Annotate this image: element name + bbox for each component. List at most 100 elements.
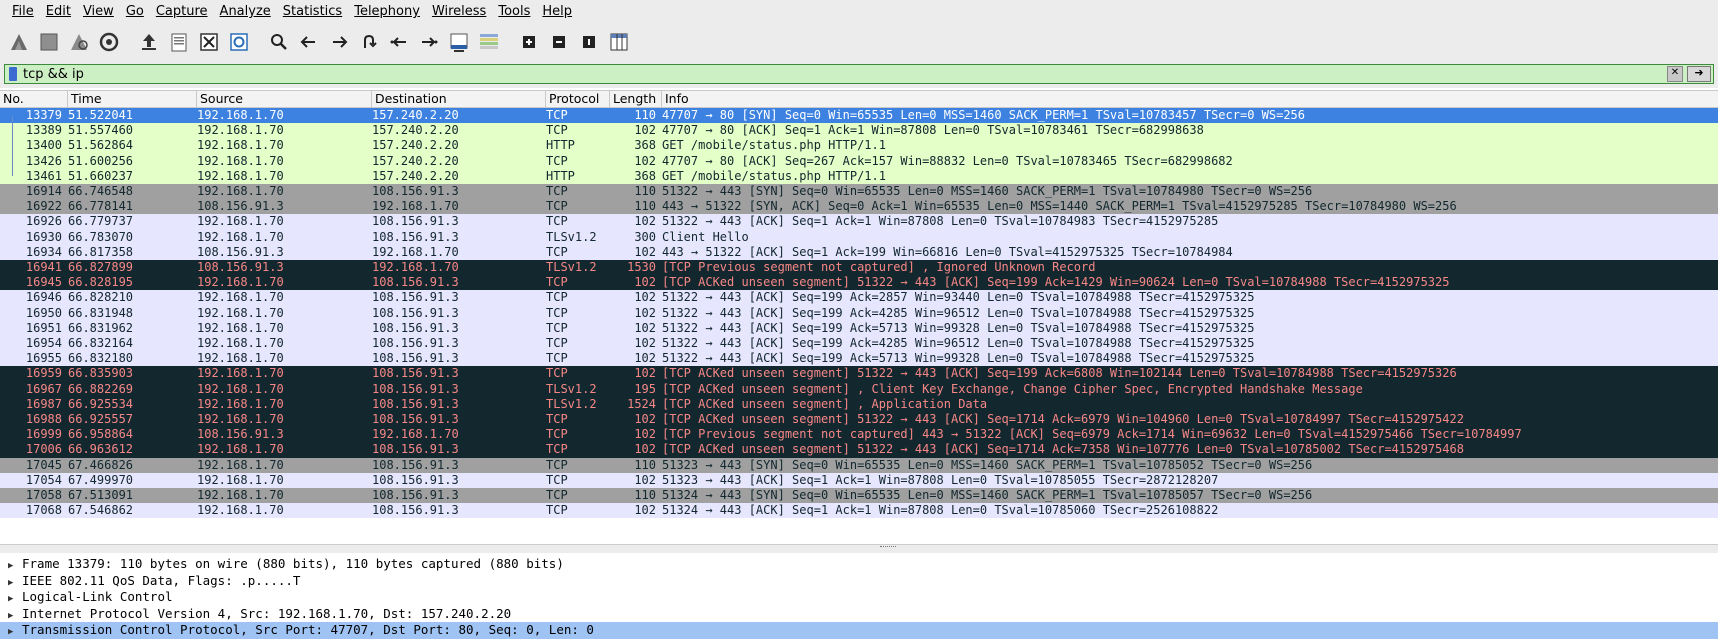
- colorize-button[interactable]: [478, 31, 500, 53]
- packet-row[interactable]: 16914 66.746548 192.168.1.70 108.156.91.3 TC…: [0, 184, 1718, 200]
- menu-wireless[interactable]: Wireless: [426, 0, 492, 24]
- detail-tree-item[interactable]: ▶ Logical-Link Control: [0, 589, 1718, 606]
- packet-cell-time: 67.499970: [68, 472, 134, 487]
- display-filter-text[interactable]: tcp && ip: [23, 67, 1667, 82]
- menu-statistics[interactable]: Statistics: [277, 0, 348, 24]
- packet-row[interactable]: 16922 66.778141 108.156.91.3 192.168.1.70 TC…: [0, 199, 1718, 215]
- find-packet-button[interactable]: [268, 31, 290, 53]
- apply-filter-icon[interactable]: ➜: [1687, 66, 1711, 82]
- detail-tree-item[interactable]: ▶ Frame 13379: 110 bytes on wire (880 bit…: [0, 556, 1718, 573]
- capture-options-button[interactable]: [98, 31, 120, 53]
- packet-row[interactable]: 16967 66.882269 192.168.1.70 108.156.91.3 TL…: [0, 381, 1718, 397]
- packet-details-pane[interactable]: ▶ Frame 13379: 110 bytes on wire (880 bit…: [0, 556, 1718, 641]
- detail-tree-item[interactable]: ▶ IEEE 802.11 QoS Data, Flags: .p.....T: [0, 573, 1718, 590]
- detail-tree-item[interactable]: ▶ Internet Protocol Version 4, Src: 192.1…: [0, 606, 1718, 623]
- autoscroll-button[interactable]: [448, 31, 470, 53]
- packet-cell-dst: 108.156.91.3: [372, 381, 459, 396]
- packet-row[interactable]: 17058 67.513091 192.168.1.70 108.156.91.3 TC…: [0, 488, 1718, 504]
- packet-row[interactable]: 17045 67.466826 192.168.1.70 108.156.91.3 TC…: [0, 457, 1718, 473]
- packet-cell-time: 66.817358: [68, 244, 134, 259]
- packet-cell-no: 13389: [25, 123, 62, 138]
- column-header-destination[interactable]: Destination: [372, 91, 546, 107]
- start-capture-button[interactable]: [8, 31, 30, 53]
- save-file-button[interactable]: [168, 31, 190, 53]
- go-back-button[interactable]: [298, 31, 320, 53]
- column-header-info[interactable]: Info: [662, 91, 1718, 107]
- packet-cell-src: 192.168.1.70: [197, 168, 284, 183]
- last-packet-button[interactable]: [418, 31, 440, 53]
- go-forward-button[interactable]: [328, 31, 350, 53]
- packet-row[interactable]: 13426 51.600256 192.168.1.70 157.240.2.20 TC…: [0, 153, 1718, 169]
- packet-cell-info: 51322 → 443 [ACK] Seq=199 Ack=5713 Win=9…: [662, 351, 1255, 366]
- display-filter-input[interactable]: tcp && ip ✕ ➜: [4, 64, 1714, 84]
- reload-file-button[interactable]: [228, 31, 250, 53]
- packet-row[interactable]: 16945 66.828195 192.168.1.70 108.156.91.3 TC…: [0, 275, 1718, 291]
- packet-cell-time: 66.831948: [68, 305, 134, 320]
- menu-edit[interactable]: Edit: [40, 0, 77, 24]
- column-header-length[interactable]: Length: [610, 91, 662, 107]
- column-header-source[interactable]: Source: [197, 91, 372, 107]
- menu-go[interactable]: Go: [120, 0, 150, 24]
- packet-row[interactable]: 16987 66.925534 192.168.1.70 108.156.91.3 TL…: [0, 396, 1718, 412]
- expand-arrow-icon[interactable]: ▶: [8, 624, 22, 641]
- close-file-button[interactable]: [198, 31, 220, 53]
- packet-cell-dst: 108.156.91.3: [372, 396, 459, 411]
- packet-row[interactable]: 17006 66.963612 192.168.1.70 108.156.91.3 TC…: [0, 442, 1718, 458]
- packet-cell-proto: TCP: [546, 472, 568, 487]
- packet-row[interactable]: 16955 66.832180 192.168.1.70 108.156.91.3 TC…: [0, 351, 1718, 367]
- arrow-right-icon: [333, 36, 348, 48]
- pane-splitter[interactable]: [0, 544, 1718, 553]
- packet-row[interactable]: 16950 66.831948 192.168.1.70 108.156.91.3 TC…: [0, 305, 1718, 321]
- packet-row[interactable]: 16946 66.828210 192.168.1.70 108.156.91.3 TC…: [0, 290, 1718, 306]
- column-header-time[interactable]: Time: [68, 91, 197, 107]
- packet-cell-proto: HTTP: [546, 138, 575, 153]
- packet-cell-info: [TCP ACKed unseen segment] 51322 → 443 […: [662, 412, 1464, 426]
- packet-row[interactable]: 13461 51.660237 192.168.1.70 157.240.2.20 HT…: [0, 168, 1718, 184]
- packet-cell-no: 13400: [25, 138, 62, 153]
- packet-row[interactable]: 16930 66.783070 192.168.1.70 108.156.91.3 TL…: [0, 229, 1718, 245]
- packet-row[interactable]: 16954 66.832164 192.168.1.70 108.156.91.3 TC…: [0, 336, 1718, 352]
- open-file-button[interactable]: [138, 31, 160, 53]
- packet-cell-no: 16934: [25, 244, 62, 259]
- go-to-packet-button[interactable]: [358, 31, 380, 53]
- packet-row[interactable]: 13379 51.522041 192.168.1.70 157.240.2.20 TC…: [0, 108, 1718, 124]
- packet-row[interactable]: 13389 51.557460 192.168.1.70 157.240.2.20 TC…: [0, 123, 1718, 139]
- packet-row[interactable]: 16941 66.827899 108.156.91.3 192.168.1.70 TL…: [0, 260, 1718, 276]
- packet-cell-dst: 108.156.91.3: [372, 472, 459, 487]
- bookmark-icon[interactable]: [9, 67, 17, 81]
- packet-row[interactable]: 16926 66.779737 192.168.1.70 108.156.91.3 TC…: [0, 214, 1718, 230]
- packet-row[interactable]: 16959 66.835903 192.168.1.70 108.156.91.3 TC…: [0, 366, 1718, 382]
- resize-columns-button[interactable]: [608, 31, 630, 53]
- stop-capture-button[interactable]: [38, 31, 60, 53]
- splitter-handle[interactable]: [880, 546, 896, 549]
- packet-cell-no: 13379: [25, 108, 62, 122]
- clear-filter-icon[interactable]: ✕: [1667, 66, 1683, 82]
- menu-telephony[interactable]: Telephony: [348, 0, 426, 24]
- packet-cell-proto: TCP: [546, 153, 568, 168]
- first-packet-button[interactable]: [388, 31, 410, 53]
- menu-help[interactable]: Help: [536, 0, 578, 24]
- packet-row[interactable]: 13400 51.562864 192.168.1.70 157.240.2.20 HT…: [0, 138, 1718, 154]
- zoom-out-button[interactable]: [548, 31, 570, 53]
- menu-tools[interactable]: Tools: [492, 0, 536, 24]
- packet-row[interactable]: 17068 67.546862 192.168.1.70 108.156.91.3 TC…: [0, 503, 1718, 519]
- column-header-protocol[interactable]: Protocol: [546, 91, 610, 107]
- menu-capture[interactable]: Capture: [150, 0, 214, 24]
- menu-file[interactable]: File: [6, 0, 40, 24]
- zoom-in-button[interactable]: [518, 31, 540, 53]
- packet-row[interactable]: 16934 66.817358 108.156.91.3 192.168.1.70 TC…: [0, 244, 1718, 260]
- packet-list[interactable]: 13379 51.522041 192.168.1.70 157.240.2.20 TC…: [0, 108, 1718, 544]
- column-header-no[interactable]: No.: [0, 91, 68, 107]
- packet-row[interactable]: 16999 66.958864 108.156.91.3 192.168.1.70 TC…: [0, 427, 1718, 443]
- normal-size-button[interactable]: [578, 31, 600, 53]
- packet-cell-src: 192.168.1.70: [197, 336, 284, 350]
- packet-row[interactable]: 17054 67.499970 192.168.1.70 108.156.91.3 TC…: [0, 472, 1718, 488]
- packet-cell-src: 108.156.91.3: [197, 199, 284, 214]
- restart-capture-button[interactable]: [68, 31, 90, 53]
- detail-tree-item[interactable]: ▶ Transmission Control Protocol, Src Port…: [0, 622, 1718, 639]
- menu-analyze[interactable]: Analyze: [214, 0, 277, 24]
- packet-cell-info: 51322 → 443 [ACK] Seq=1 Ack=1 Win=87808 …: [662, 214, 1219, 229]
- packet-row[interactable]: 16988 66.925557 192.168.1.70 108.156.91.3 TC…: [0, 412, 1718, 428]
- menu-view[interactable]: View: [77, 0, 120, 24]
- packet-row[interactable]: 16951 66.831962 192.168.1.70 108.156.91.3 TC…: [0, 320, 1718, 336]
